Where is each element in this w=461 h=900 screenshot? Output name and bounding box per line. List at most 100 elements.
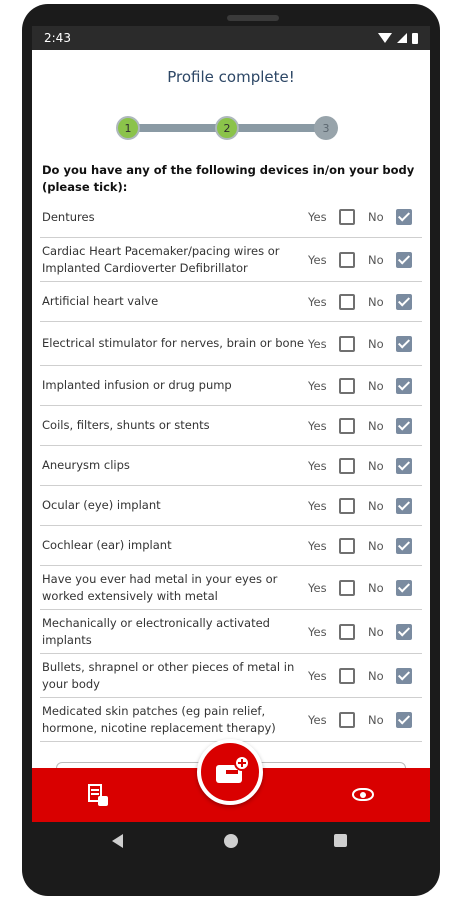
- yes-checkbox[interactable]: [339, 209, 355, 225]
- no-label: No: [368, 498, 384, 513]
- yes-label: Yes: [308, 418, 327, 433]
- yes-checkbox[interactable]: [339, 711, 355, 728]
- no-checkbox[interactable]: [396, 417, 412, 434]
- device-label: Coils, filters, shunts or stents: [42, 418, 210, 432]
- no-label: No: [368, 294, 384, 309]
- no-checkbox[interactable]: [396, 623, 412, 640]
- device-label: Aneurysm clips: [42, 458, 130, 472]
- device-row: Dentures Yes No: [40, 197, 422, 238]
- no-label: No: [368, 378, 384, 393]
- no-label: No: [368, 336, 384, 351]
- device-label: Bullets, shrapnel or other pieces of met…: [42, 659, 295, 691]
- signal-icon: [397, 33, 407, 43]
- device-row: Have you ever had metal in your eyes or …: [40, 566, 422, 610]
- device-row: Electrical stimulator for nerves, brain …: [40, 322, 422, 366]
- edit-document-icon[interactable]: [88, 784, 108, 806]
- no-checkbox[interactable]: [396, 457, 412, 474]
- device-row: Cardiac Heart Pacemaker/pacing wires or …: [40, 238, 422, 282]
- device-row: Ocular (eye) implant Yes No: [40, 486, 422, 526]
- yes-label: Yes: [308, 498, 327, 513]
- yes-label: Yes: [308, 378, 327, 393]
- device-row: Artificial heart valve Yes No: [40, 282, 422, 322]
- yes-label: Yes: [308, 252, 327, 267]
- step-1: 1: [116, 116, 140, 140]
- device-label: Medicated skin patches (eg pain relief, …: [42, 703, 276, 735]
- page-title: Profile complete!: [167, 68, 295, 86]
- device-row: Mechanically or electronically activated…: [40, 610, 422, 654]
- screen: 2:43 Profile complete! 1 2 3 Do you have…: [32, 26, 430, 860]
- device-row: Coils, filters, shunts or stents Yes No: [40, 406, 422, 446]
- no-checkbox[interactable]: [396, 537, 412, 554]
- no-label: No: [368, 580, 384, 595]
- no-label: No: [368, 252, 384, 267]
- no-label: No: [368, 210, 384, 224]
- add-card-fab[interactable]: [197, 739, 263, 805]
- no-label: No: [368, 538, 384, 553]
- no-checkbox[interactable]: [396, 209, 412, 225]
- no-label: No: [368, 418, 384, 433]
- yes-label: Yes: [308, 538, 327, 553]
- yes-label: Yes: [308, 294, 327, 309]
- yes-label: Yes: [308, 624, 327, 639]
- yes-checkbox[interactable]: [339, 377, 355, 394]
- step-3: 3: [314, 116, 338, 140]
- yes-label: Yes: [308, 712, 327, 727]
- device-label: Dentures: [42, 209, 95, 224]
- yes-checkbox[interactable]: [339, 251, 355, 268]
- device-row: Aneurysm clips Yes No: [40, 446, 422, 486]
- recent-apps-icon[interactable]: [334, 834, 347, 847]
- device-label: Ocular (eye) implant: [42, 498, 161, 512]
- device-row: Implanted infusion or drug pump Yes No: [40, 366, 422, 406]
- device-label: Cardiac Heart Pacemaker/pacing wires or …: [42, 243, 280, 275]
- yes-checkbox[interactable]: [339, 335, 355, 352]
- status-bar: 2:43: [32, 26, 430, 50]
- yes-checkbox[interactable]: [339, 623, 355, 640]
- yes-label: Yes: [308, 580, 327, 595]
- eye-icon[interactable]: [352, 788, 374, 801]
- no-checkbox[interactable]: [396, 251, 412, 268]
- device-label: Cochlear (ear) implant: [42, 538, 172, 552]
- android-nav-bar: [32, 822, 430, 860]
- no-checkbox[interactable]: [396, 377, 412, 394]
- yes-label: Yes: [308, 458, 327, 473]
- no-label: No: [368, 624, 384, 639]
- wifi-icon: [378, 33, 392, 43]
- device-label: Implanted infusion or drug pump: [42, 378, 232, 392]
- yes-label: Yes: [308, 336, 327, 351]
- yes-checkbox[interactable]: [339, 293, 355, 310]
- question-text: Do you have any of the following devices…: [42, 163, 415, 194]
- step-2: 2: [215, 116, 239, 140]
- home-icon[interactable]: [224, 834, 238, 848]
- device-row: Medicated skin patches (eg pain relief, …: [40, 698, 422, 742]
- yes-checkbox[interactable]: [339, 579, 355, 596]
- yes-checkbox[interactable]: [339, 417, 355, 434]
- no-checkbox[interactable]: [396, 293, 412, 310]
- back-icon[interactable]: [112, 834, 123, 848]
- status-time: 2:43: [44, 31, 71, 45]
- device-row: Cochlear (ear) implant Yes No: [40, 526, 422, 566]
- no-checkbox[interactable]: [396, 497, 412, 514]
- device-list: Dentures Yes No Cardiac Heart Pacemaker/…: [40, 197, 422, 742]
- yes-checkbox[interactable]: [339, 537, 355, 554]
- device-row: Bullets, shrapnel or other pieces of met…: [40, 654, 422, 698]
- device-label: Have you ever had metal in your eyes or …: [42, 571, 278, 603]
- no-label: No: [368, 668, 384, 683]
- speaker: [227, 15, 279, 21]
- device-label: Mechanically or electronically activated…: [42, 615, 270, 647]
- yes-label: Yes: [308, 210, 327, 224]
- no-checkbox[interactable]: [396, 335, 412, 352]
- battery-icon: [412, 32, 418, 44]
- device-label: Artificial heart valve: [42, 294, 159, 308]
- no-label: No: [368, 458, 384, 473]
- yes-checkbox[interactable]: [339, 667, 355, 684]
- plus-icon: [234, 755, 250, 771]
- no-checkbox[interactable]: [396, 667, 412, 684]
- yes-label: Yes: [308, 668, 327, 683]
- status-icons: [378, 32, 418, 44]
- no-checkbox[interactable]: [396, 579, 412, 596]
- yes-checkbox[interactable]: [339, 497, 355, 514]
- device-label: Electrical stimulator for nerves, brain …: [42, 336, 304, 350]
- progress-stepper: 1 2 3: [116, 116, 338, 140]
- yes-checkbox[interactable]: [339, 457, 355, 474]
- no-checkbox[interactable]: [396, 711, 412, 728]
